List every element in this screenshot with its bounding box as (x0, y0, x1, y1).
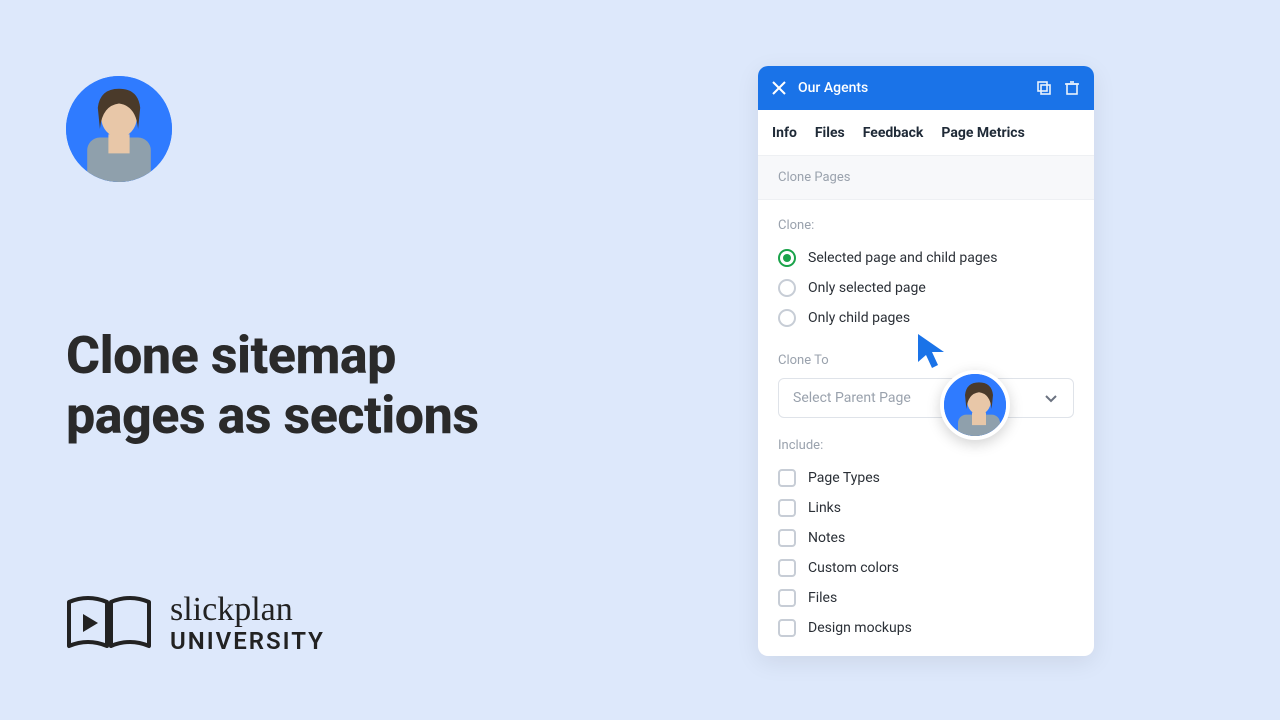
copy-icon[interactable] (1036, 80, 1052, 96)
radio-option-1[interactable]: Selected page and child pages (778, 243, 1074, 273)
checkbox-icon (778, 499, 796, 517)
radio-option-2[interactable]: Only selected page (778, 273, 1074, 303)
tab-info[interactable]: Info (772, 125, 797, 141)
heading-line-2: pages as sections (66, 385, 479, 446)
check-design-mockups[interactable]: Design mockups (778, 613, 1074, 643)
check-label: Custom colors (808, 560, 899, 576)
check-label: Files (808, 590, 837, 606)
checkbox-icon (778, 469, 796, 487)
clone-pages-panel: Our Agents Info Files Feedback Page Metr… (758, 66, 1094, 656)
checkbox-icon (778, 559, 796, 577)
check-links[interactable]: Links (778, 493, 1074, 523)
check-label: Design mockups (808, 620, 912, 636)
check-label: Notes (808, 530, 845, 546)
radio-icon (778, 279, 796, 297)
radio-label: Only selected page (808, 280, 926, 296)
tabs: Info Files Feedback Page Metrics (758, 110, 1094, 156)
radio-icon (778, 309, 796, 327)
check-custom-colors[interactable]: Custom colors (778, 553, 1074, 583)
instructor-avatar (66, 76, 172, 182)
clone-label: Clone: (778, 218, 1074, 233)
radio-option-3[interactable]: Only child pages (778, 303, 1074, 333)
page-heading: Clone sitemap pages as sections (66, 326, 479, 446)
radio-label: Selected page and child pages (808, 250, 997, 266)
close-icon[interactable] (772, 81, 786, 95)
check-notes[interactable]: Notes (778, 523, 1074, 553)
checkbox-icon (778, 529, 796, 547)
heading-line-1: Clone sitemap (66, 325, 396, 386)
brand-subtitle: UNIVERSITY (170, 629, 325, 653)
radio-label: Only child pages (808, 310, 910, 326)
tab-feedback[interactable]: Feedback (863, 125, 924, 141)
checkbox-icon (778, 589, 796, 607)
check-label: Links (808, 500, 841, 516)
chevron-down-icon (1043, 390, 1059, 406)
tab-page-metrics[interactable]: Page Metrics (941, 125, 1024, 141)
brand-name: slickplan (170, 593, 325, 627)
check-files[interactable]: Files (778, 583, 1074, 613)
panel-title: Our Agents (798, 80, 1024, 96)
cursor-avatar (940, 370, 1010, 440)
section-header: Clone Pages (758, 156, 1094, 200)
parent-page-select[interactable]: Select Parent Page (778, 378, 1074, 418)
panel-header: Our Agents (758, 66, 1094, 110)
radio-icon (778, 249, 796, 267)
trash-icon[interactable] (1064, 80, 1080, 96)
check-label: Page Types (808, 470, 880, 486)
brand-block: slickplan UNIVERSITY (66, 592, 325, 654)
tab-files[interactable]: Files (815, 125, 845, 141)
include-label: Include: (778, 438, 1074, 453)
select-placeholder: Select Parent Page (793, 390, 911, 406)
checkbox-icon (778, 619, 796, 637)
clone-to-label: Clone To (778, 353, 1074, 368)
book-play-icon (66, 592, 152, 654)
check-page-types[interactable]: Page Types (778, 463, 1074, 493)
